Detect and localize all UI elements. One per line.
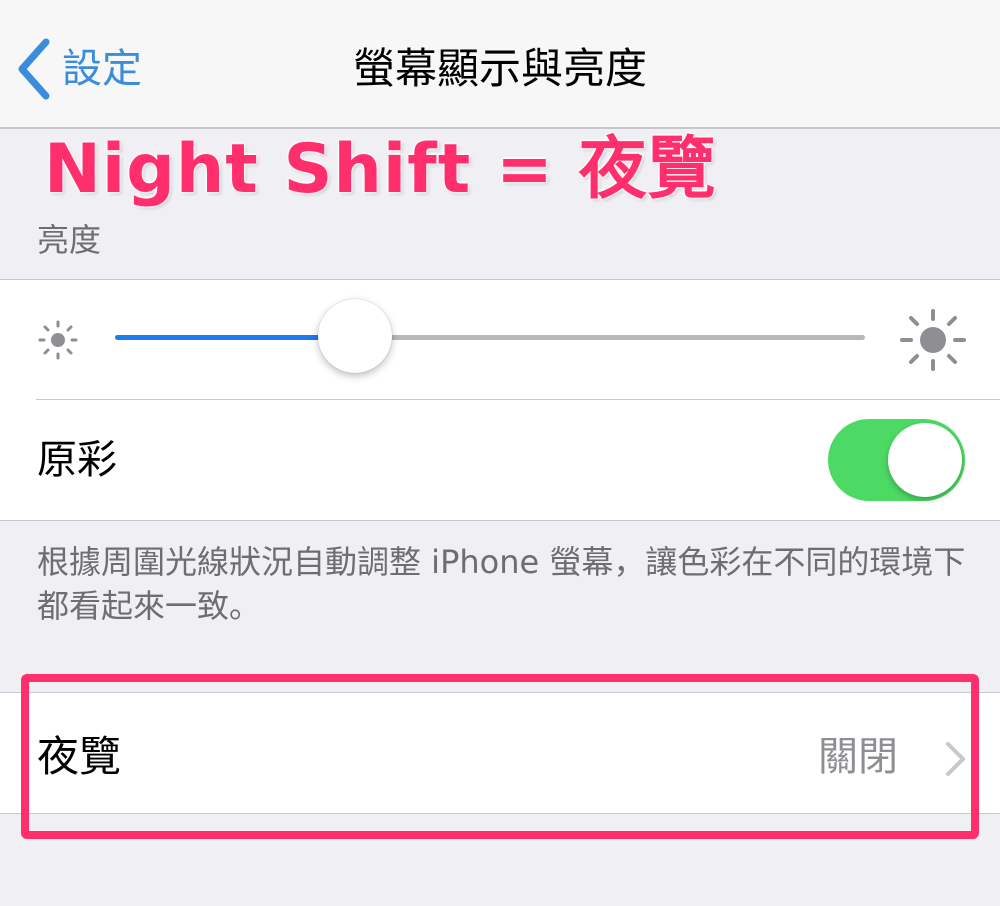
night-shift-label: 夜覽 [37, 732, 122, 781]
navigation-bar: 設定 螢幕顯示與亮度 [0, 0, 1000, 129]
true-tone-toggle[interactable] [828, 419, 965, 501]
toggle-knob [888, 423, 962, 497]
chevron-right-icon [944, 740, 968, 782]
brightness-section-header: 亮度 [37, 221, 102, 259]
night-shift-value: 關閉 [818, 734, 898, 780]
row-divider [36, 399, 1000, 400]
brightness-track[interactable] [355, 335, 865, 340]
true-tone-description: 根據周圍光線狀況自動調整 iPhone 螢幕，讓色彩在不同的環境下都看起來一致。 [37, 543, 966, 625]
brightness-slider-thumb[interactable] [318, 299, 392, 373]
true-tone-label: 原彩 [37, 437, 117, 483]
page-title: 螢幕顯示與亮度 [352, 44, 647, 93]
sun-small-icon [36, 318, 80, 366]
sun-large-icon [898, 308, 968, 376]
annotation-title: Night Shift = 夜覽 [44, 130, 717, 209]
